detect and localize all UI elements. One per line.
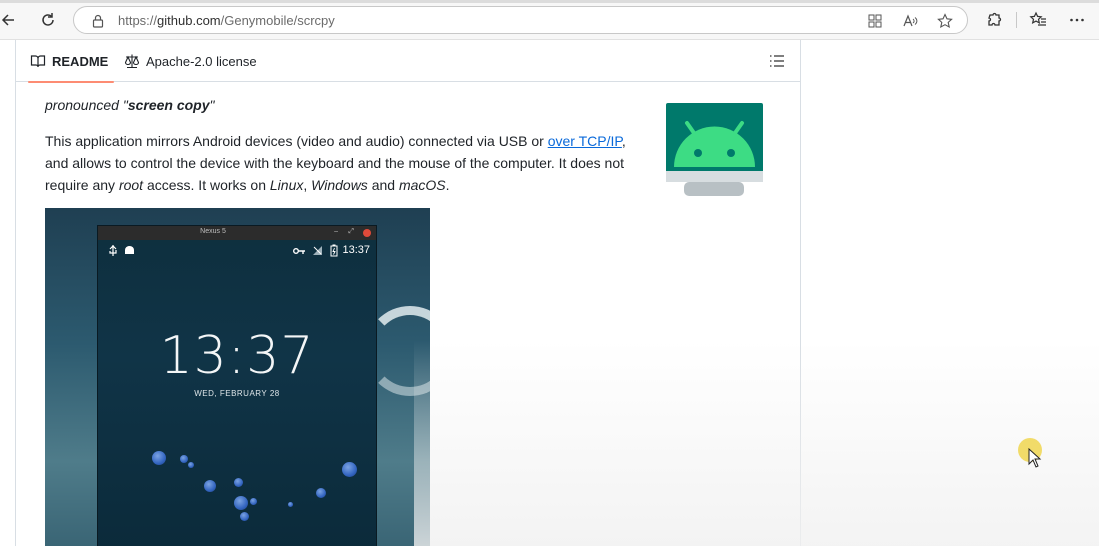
phone-window-title: Nexus 5	[200, 228, 226, 235]
lockscreen-clock: 13:37	[159, 326, 315, 386]
readme-tabs: README Apache-2.0 license	[16, 40, 800, 83]
toolbar-separator	[1016, 12, 1017, 28]
demo-screenshot: Nexus 5 – ⤢ 13:37 13:37 WED, FEBRUARY 28	[45, 208, 430, 546]
tab-license[interactable]: Apache-2.0 license	[124, 40, 257, 82]
pron-prefix: pronounced "	[45, 97, 128, 113]
lock-icon[interactable]	[90, 13, 106, 29]
more-icon[interactable]	[1065, 8, 1089, 32]
tab-readme[interactable]: README	[27, 40, 115, 83]
tcpip-link[interactable]: over TCP/IP	[548, 133, 622, 149]
extensions-icon[interactable]	[982, 8, 1006, 32]
address-bar[interactable]: https://github.com/Genymobile/scrcpy	[73, 6, 968, 34]
desc-windows: Windows	[311, 177, 368, 193]
desc-root: root	[118, 177, 144, 193]
book-icon	[30, 55, 46, 68]
status-time: 13:37	[342, 244, 370, 256]
desc-linux: Linux	[269, 177, 304, 193]
phone-window: Nexus 5 – ⤢ 13:37 13:37 WED, FEBRUARY 28	[97, 225, 377, 546]
pron-term: screen copy	[127, 97, 210, 113]
wallpaper-bubble	[342, 462, 357, 477]
tab-readme-label: README	[52, 53, 109, 69]
battery-icon	[330, 244, 338, 257]
wallpaper-bubble	[234, 496, 248, 510]
wallpaper-bubble	[316, 488, 326, 498]
maximize-icon: ⤢	[348, 228, 354, 235]
minimize-icon: –	[334, 228, 338, 235]
url-text[interactable]: https://github.com/Genymobile/scrcpy	[118, 13, 335, 28]
back-icon[interactable]	[0, 8, 20, 32]
favorite-icon[interactable]	[936, 12, 954, 30]
url-host: github.com	[157, 13, 221, 28]
close-icon	[363, 229, 371, 237]
url-prefix: https://	[118, 13, 158, 28]
url-path: /Genymobile/scrcpy	[220, 13, 335, 28]
mouse-cursor-icon	[1028, 448, 1042, 468]
desc-part1: This application mirrors Android devices…	[45, 133, 548, 149]
right-fade	[801, 340, 1099, 546]
desc-macos: macOS	[398, 177, 446, 193]
refresh-icon[interactable]	[36, 8, 60, 32]
pronunciation-text: pronounced "screen copy"	[45, 97, 215, 113]
wallpaper-bubble	[240, 512, 249, 521]
browser-toolbar: https://github.com/Genymobile/scrcpy	[0, 0, 1099, 40]
favorites-icon[interactable]	[1026, 8, 1050, 32]
wallpaper-bubble	[152, 451, 166, 465]
read-aloud-icon[interactable]	[901, 12, 919, 30]
usb-icon	[109, 245, 117, 256]
desc-sep1: ,	[303, 177, 312, 193]
tab-license-label: Apache-2.0 license	[146, 53, 257, 69]
signal-icon	[313, 246, 322, 255]
key-icon	[293, 248, 305, 254]
desc-part3: access. It works on	[143, 177, 270, 193]
phone-titlebar: Nexus 5 – ⤢	[98, 226, 376, 240]
wallpaper-bubble	[188, 462, 194, 468]
outline-icon[interactable]	[768, 52, 786, 70]
wallpaper-bubble	[180, 455, 188, 463]
scale-icon	[124, 54, 140, 69]
scrcpy-logo	[666, 103, 763, 199]
wallpaper-bubble	[288, 502, 293, 507]
desc-and: and	[367, 177, 399, 193]
lockscreen-date: WED, FEBRUARY 28	[194, 389, 280, 398]
bottom-fade	[414, 340, 801, 546]
wallpaper-bubble	[250, 498, 257, 505]
wallpaper-bubble	[204, 480, 216, 492]
desc-end: .	[445, 177, 450, 193]
wallpaper-bubble	[234, 478, 243, 487]
android-notification-icon	[125, 246, 134, 254]
pron-suffix: "	[209, 97, 215, 113]
app-available-icon[interactable]	[866, 12, 884, 30]
phone-statusbar: 13:37	[98, 243, 376, 259]
description-paragraph: This application mirrors Android devices…	[45, 130, 645, 196]
